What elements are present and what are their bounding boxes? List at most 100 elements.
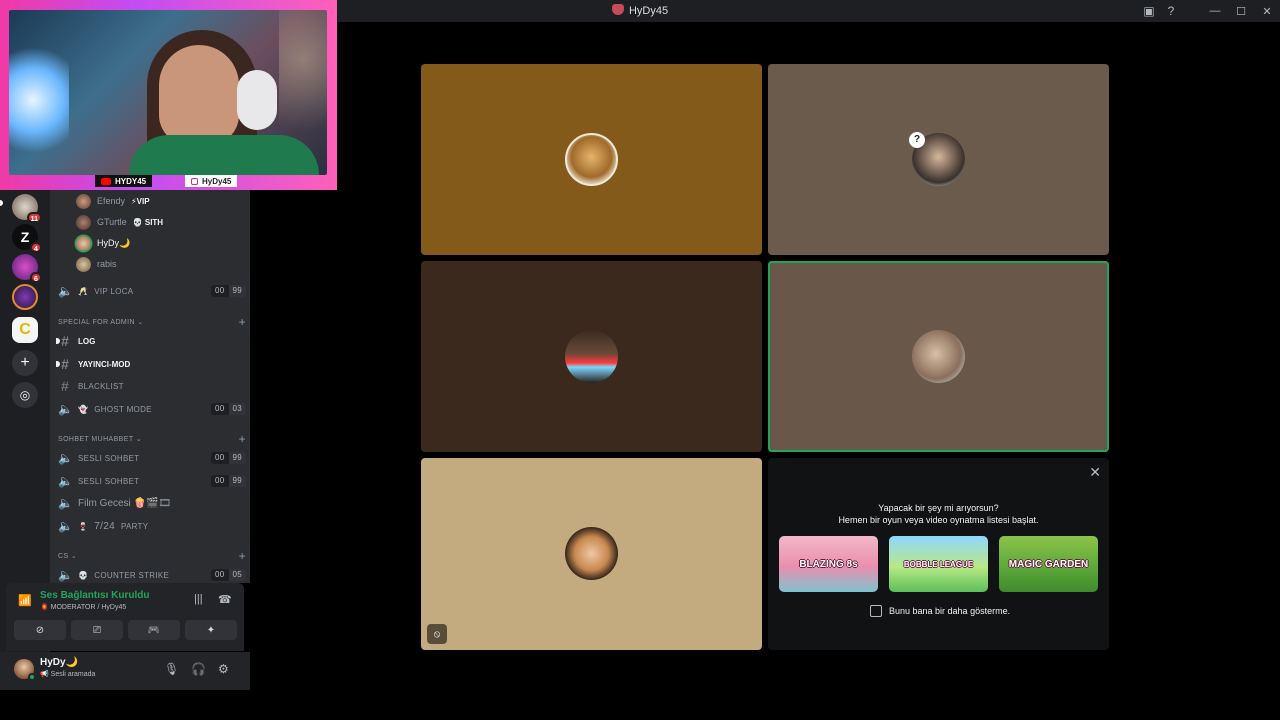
disconnect-icon[interactable]: ☎ xyxy=(218,593,232,606)
online-status-indicator xyxy=(28,673,36,681)
username[interactable]: HyDy🌙 xyxy=(40,657,78,668)
title-bar-icons: ▣ ? — ☐ ✕ xyxy=(1138,0,1280,22)
help-icon[interactable]: ? xyxy=(1160,0,1182,22)
user-limit-value: 05 xyxy=(228,569,246,581)
voice-channel-sesli-sohbet-2[interactable]: 🔈 SESLI SOHBET 00 99 xyxy=(58,471,250,491)
voice-channel-film-gecesi[interactable]: 🔈 Film Gecesi 🍿🎬🎞 xyxy=(58,493,250,513)
mention-badge: 4 xyxy=(30,242,42,253)
game-card-magic-garden[interactable]: MAGIC GARDEN xyxy=(999,536,1098,592)
voice-member[interactable]: Efendy ⚡VIP xyxy=(76,191,250,211)
voice-channel-vip-loca[interactable]: 🔈 🥂 VIP LOCA 00 99 xyxy=(58,281,250,301)
activities-button[interactable]: 🎮 xyxy=(128,620,180,640)
category-special-for-admin[interactable]: SPECIAL FOR ADMIN ⌄ + xyxy=(58,312,250,332)
close-icon[interactable]: ✕ xyxy=(1089,464,1101,481)
dont-show-again-checkbox[interactable] xyxy=(870,605,882,617)
settings-gear-icon[interactable]: ⚙ xyxy=(218,662,229,676)
channel-name: 7/24 xyxy=(94,520,115,532)
webcam-headset xyxy=(237,70,277,130)
activity-suggestion-panel: ✕ Yapacak bir şey mi arıyorsun? Hemen bi… xyxy=(768,458,1109,650)
voice-channel-sesli-sohbet-1[interactable]: 🔈 SESLI SOHBET 00 99 xyxy=(58,448,250,468)
close-window-button[interactable]: ✕ xyxy=(1254,0,1280,22)
channel-emoji: 🥂 xyxy=(78,286,89,296)
participant-tile-2[interactable]: ? xyxy=(768,64,1109,255)
speaker-icon: 🔈 xyxy=(58,496,73,510)
server-icon-4[interactable] xyxy=(12,284,38,310)
participant-tile-4-speaking[interactable] xyxy=(768,261,1109,452)
screen-share-button[interactable]: ⎚ xyxy=(71,620,123,640)
game-card-blazing-8s[interactable]: BLAZING 8s xyxy=(779,536,878,592)
user-limit-value: 03 xyxy=(228,403,246,415)
participant-tile-1[interactable] xyxy=(421,64,762,255)
webcam-person-body xyxy=(129,135,319,175)
create-channel-icon[interactable]: + xyxy=(239,315,246,329)
user-panel: HyDy🌙 📢 Sesli aramada 🎙 🎧 ⚙ xyxy=(0,652,250,690)
game-card-bobble-league[interactable]: BOBBLE LEAGUE xyxy=(889,536,988,592)
server-icon-3[interactable]: 6 xyxy=(12,254,42,283)
server-logo-icon xyxy=(611,4,624,15)
channel-name-suffix: PARTY xyxy=(120,521,149,531)
camera-off-button[interactable]: ⊘ xyxy=(14,620,66,640)
explore-servers-icon[interactable]: ◎ xyxy=(12,382,38,408)
hashtag-icon: # xyxy=(60,378,70,394)
speaker-icon: 🔈 xyxy=(58,284,74,298)
soundboard-button[interactable]: ✦ xyxy=(185,620,237,640)
add-server-icon[interactable]: + xyxy=(12,350,38,376)
noise-suppression-icon[interactable]: ||| xyxy=(194,593,203,605)
member-name: Efendy xyxy=(97,196,126,206)
voice-member[interactable]: HyDy🌙 xyxy=(76,233,250,253)
webcam-feed xyxy=(9,10,327,175)
headphones-icon[interactable]: 🎧 xyxy=(191,662,206,676)
dont-show-again-option[interactable]: Bunu bana bir daha gösterme. xyxy=(870,605,1010,617)
participant-tile-5[interactable]: ⦸ xyxy=(421,458,762,650)
question-icon: ? xyxy=(909,132,925,148)
social-handles-bar: HYDY45 HyDy45 xyxy=(0,175,337,190)
user-status: 📢 Sesli aramada xyxy=(40,671,96,678)
minimize-button[interactable]: — xyxy=(1202,0,1228,22)
member-name: HyDy🌙 xyxy=(97,237,131,248)
voice-member[interactable]: rabis ⦸ xyxy=(76,254,250,274)
microphone-icon[interactable]: 🎙 xyxy=(164,662,179,676)
server-icon-2[interactable]: Z4 xyxy=(12,224,42,253)
text-channel-blacklist[interactable]: # BLACKLIST xyxy=(58,376,250,396)
avatar xyxy=(76,193,91,209)
text-channel-log[interactable]: # LOG xyxy=(56,331,250,351)
create-channel-icon[interactable]: + xyxy=(239,549,246,563)
voice-status[interactable]: Ses Bağlantısı Kuruldu xyxy=(40,590,149,601)
voice-channel-path[interactable]: 🏮 MODERATOR / HyDy45 xyxy=(40,603,126,611)
participant-avatar xyxy=(565,527,618,580)
channel-name: BLACKLIST xyxy=(78,381,124,391)
connection-signal-icon[interactable]: 📶 xyxy=(18,594,32,607)
server-icon-active[interactable]: C xyxy=(12,317,38,343)
user-limit-value: 99 xyxy=(228,475,246,487)
channel-name: SESLI SOHBET xyxy=(78,476,140,486)
voice-channel-ghost-mode[interactable]: 🔈 👻 GHOST MODE 00 03 xyxy=(58,399,250,419)
create-channel-icon[interactable]: + xyxy=(239,432,246,446)
user-count: 00 xyxy=(211,403,229,415)
inbox-icon[interactable]: ▣ xyxy=(1138,0,1160,22)
activity-prompt-subtitle: Hemen bir oyun veya video oynatma listes… xyxy=(838,515,1039,525)
user-limit: 00 05 xyxy=(211,569,246,581)
member-name: GTurtle xyxy=(97,217,127,227)
category-sohbet-muhabbet[interactable]: SOHBET MUHABBET ⌄ + xyxy=(58,429,250,449)
instagram-handle: HyDy45 xyxy=(185,175,238,187)
text-channel-yayinci-mod[interactable]: # YAYINCI-MOD xyxy=(56,354,250,374)
server-icon-1[interactable]: 11 xyxy=(12,194,42,223)
participant-tile-3[interactable] xyxy=(421,261,762,452)
member-tag: 💀 SITH xyxy=(132,217,164,227)
voice-channel-counter-strike[interactable]: 🔈 💀 COUNTER STRIKE 00 05 xyxy=(58,565,250,583)
avatar xyxy=(76,256,91,272)
user-limit: 00 99 xyxy=(211,475,246,487)
participant-avatar xyxy=(565,330,618,383)
category-cs[interactable]: CS ⌄ + xyxy=(58,546,250,566)
channel-name: GHOST MODE xyxy=(94,404,152,414)
channel-name: YAYINCI-MOD xyxy=(78,359,131,369)
streamer-webcam-overlay: HYDY45 HyDy45 xyxy=(0,0,337,190)
maximize-button[interactable]: ☐ xyxy=(1228,0,1254,22)
voice-member[interactable]: GTurtle 💀 SITH xyxy=(76,212,250,232)
instagram-handle-text: HyDy45 xyxy=(202,176,232,186)
participant-avatar xyxy=(565,133,618,186)
user-count: 00 xyxy=(211,452,229,464)
voice-channel-party[interactable]: 🔈 🍷 7/24 PARTY xyxy=(58,516,250,536)
speaker-icon: 🔈 xyxy=(58,519,74,533)
category-name: SPECIAL FOR ADMIN xyxy=(58,318,135,326)
